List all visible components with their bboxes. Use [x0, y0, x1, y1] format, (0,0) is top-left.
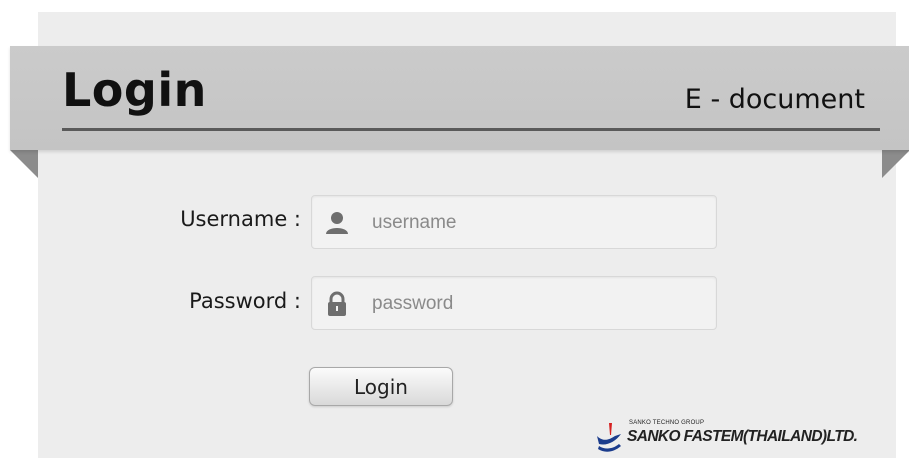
password-label: Password : — [189, 289, 301, 313]
ribbon-fold-left — [10, 150, 38, 178]
user-icon — [324, 210, 350, 236]
page-subtitle: E - document — [684, 84, 865, 115]
ribbon-fold-right — [882, 150, 909, 178]
header-divider — [62, 128, 880, 131]
company-group-text: SANKO TECHNO GROUP — [629, 420, 705, 426]
password-input[interactable] — [370, 287, 704, 321]
lock-icon — [324, 291, 350, 317]
login-page: Login E - document Username : Password :… — [0, 0, 909, 460]
company-logo: SANKO TECHNO GROUP SANKO FASTEM(THAILAND… — [595, 418, 885, 456]
password-field[interactable] — [311, 276, 717, 330]
sanko-logo-icon — [595, 422, 625, 454]
company-name: SANKO FASTEM(THAILAND)LTD. — [627, 428, 858, 445]
username-label: Username : — [180, 207, 301, 231]
username-field[interactable] — [311, 195, 717, 249]
username-input[interactable] — [370, 206, 704, 240]
page-title: Login — [62, 63, 207, 117]
login-button[interactable]: Login — [309, 367, 453, 406]
